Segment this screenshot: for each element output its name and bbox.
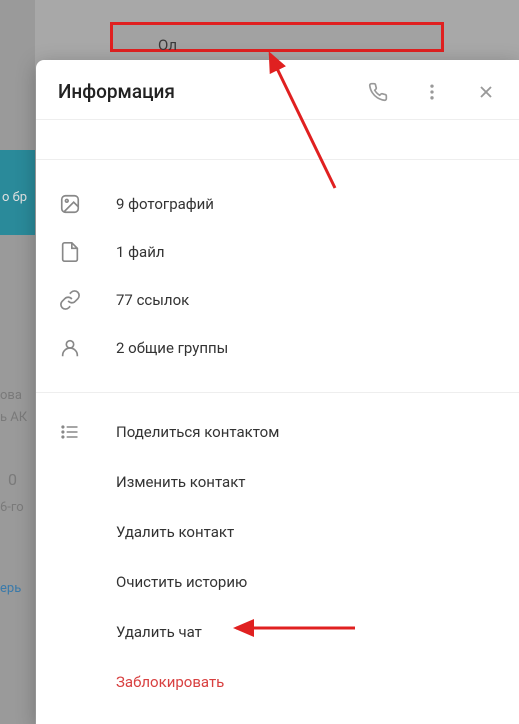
icon-placeholder bbox=[58, 520, 82, 544]
header-icons bbox=[367, 81, 497, 103]
panel-header: Информация bbox=[36, 60, 519, 120]
action-block-label: Заблокировать bbox=[116, 673, 224, 691]
action-delete-contact[interactable]: Удалить контакт bbox=[36, 507, 519, 557]
action-share-contact[interactable]: Поделиться контактом bbox=[36, 407, 519, 457]
action-delete-chat-label: Удалить чат bbox=[116, 623, 202, 641]
action-delete-chat[interactable]: Удалить чат bbox=[36, 607, 519, 657]
media-photos[interactable]: 9 фотографий bbox=[36, 180, 519, 228]
media-groups[interactable]: 2 общие группы bbox=[36, 324, 519, 372]
action-delete-contact-label: Удалить контакт bbox=[116, 523, 234, 541]
bg-text: 6-го bbox=[0, 500, 24, 515]
media-links-label: 77 ссылок bbox=[116, 291, 189, 309]
media-photos-label: 9 фотографий bbox=[116, 195, 214, 213]
action-share-label: Поделиться контактом bbox=[116, 423, 279, 441]
call-icon[interactable] bbox=[367, 81, 389, 103]
media-links[interactable]: 77 ссылок bbox=[36, 276, 519, 324]
media-files[interactable]: 1 файл bbox=[36, 228, 519, 276]
icon-placeholder bbox=[58, 670, 82, 694]
close-icon[interactable] bbox=[475, 81, 497, 103]
icon-placeholder bbox=[58, 620, 82, 644]
action-clear-history[interactable]: Очистить историю bbox=[36, 557, 519, 607]
action-edit-contact[interactable]: Изменить контакт bbox=[36, 457, 519, 507]
bg-text: ерь bbox=[0, 581, 21, 596]
photo-icon bbox=[58, 192, 82, 216]
file-icon bbox=[58, 240, 82, 264]
action-clear-history-label: Очистить историю bbox=[116, 573, 247, 591]
media-groups-label: 2 общие группы bbox=[116, 339, 228, 357]
bg-sidebar bbox=[0, 0, 35, 724]
actions-section: Поделиться контактом Изменить контакт Уд… bbox=[36, 393, 519, 707]
link-icon bbox=[58, 288, 82, 312]
list-icon bbox=[58, 420, 82, 444]
icon-placeholder bbox=[58, 470, 82, 494]
media-section: 9 фотографий 1 файл 77 ссылок bbox=[36, 160, 519, 393]
chat-name-partial: Ол bbox=[158, 36, 177, 54]
person-icon bbox=[58, 336, 82, 360]
bg-text: о бр bbox=[2, 190, 27, 205]
spacer bbox=[36, 120, 519, 160]
icon-placeholder bbox=[58, 570, 82, 594]
panel-title: Информация bbox=[58, 80, 367, 103]
more-icon[interactable] bbox=[421, 81, 443, 103]
bg-text: ь АК bbox=[0, 410, 27, 425]
action-block[interactable]: Заблокировать bbox=[36, 657, 519, 707]
action-edit-label: Изменить контакт bbox=[116, 473, 246, 491]
media-files-label: 1 файл bbox=[116, 243, 165, 261]
bg-text: ова bbox=[0, 388, 22, 403]
info-panel: Информация bbox=[36, 60, 519, 724]
bg-text: 0 bbox=[8, 470, 17, 489]
